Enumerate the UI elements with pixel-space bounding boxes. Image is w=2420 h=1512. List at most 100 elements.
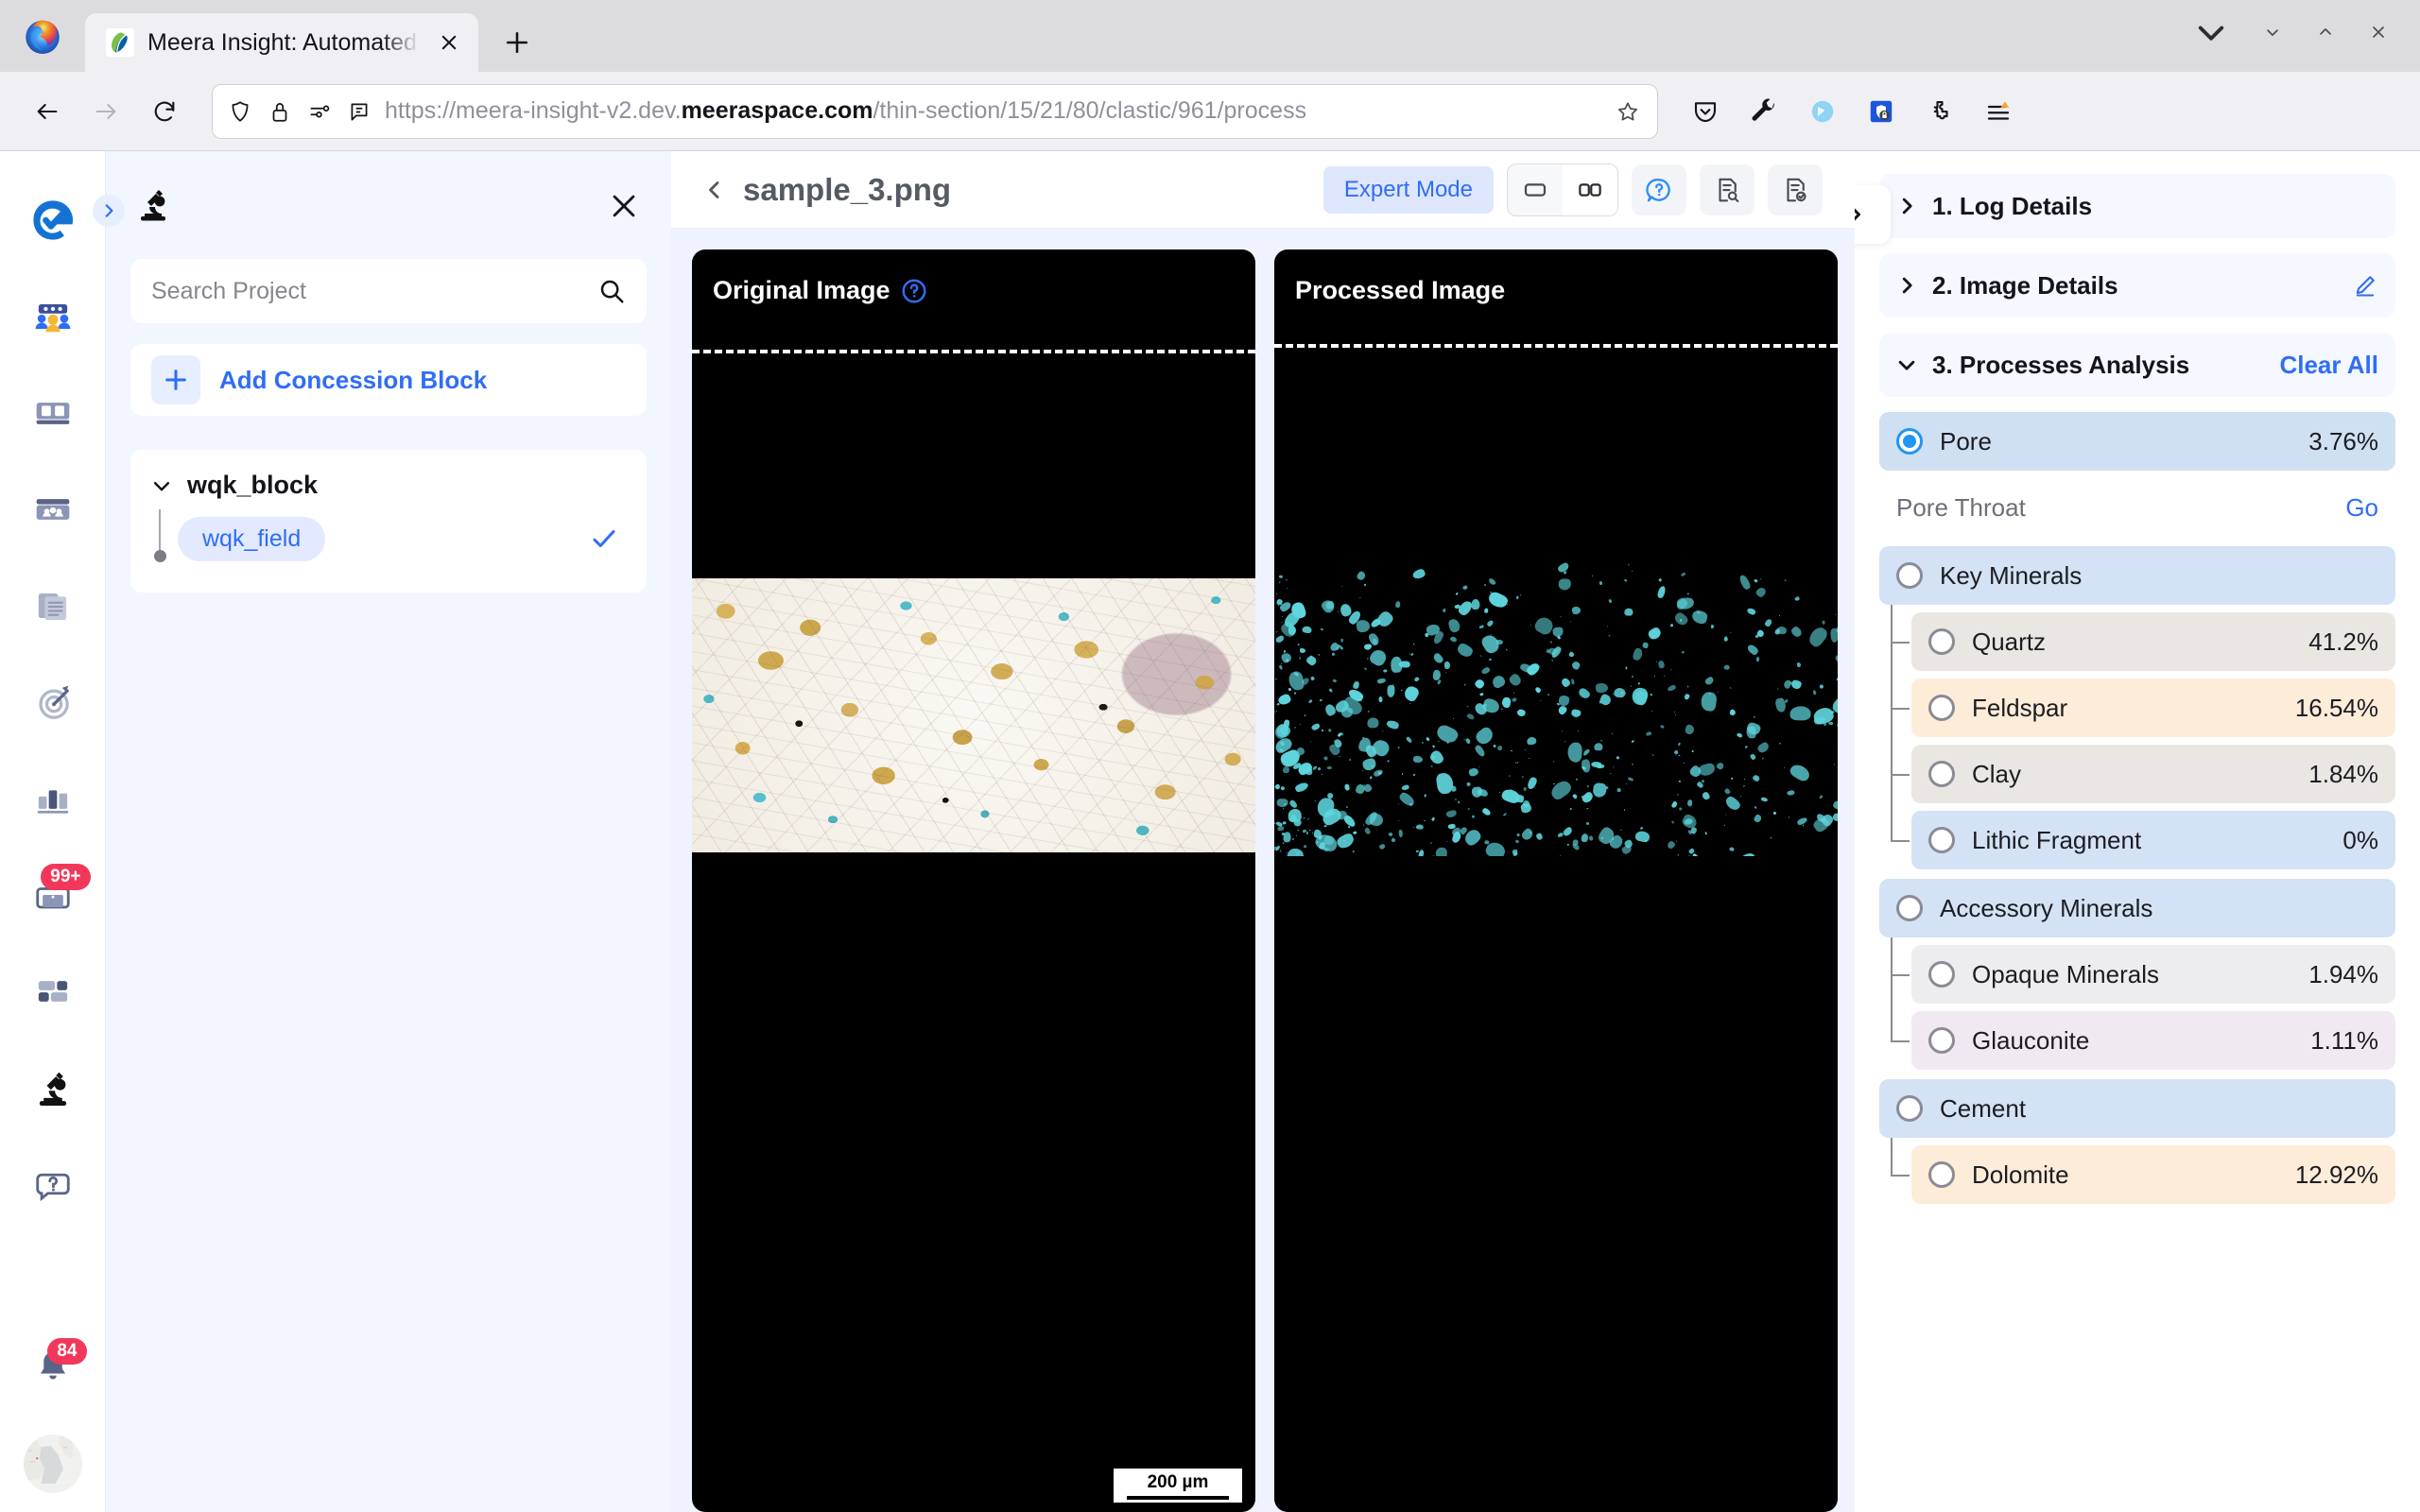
radio-icon[interactable] [1928, 1161, 1955, 1188]
original-image-panel[interactable]: Original Image 200 µm [692, 249, 1255, 1512]
shield-icon[interactable] [226, 97, 254, 126]
sidebar-item-target-icon[interactable] [0, 654, 106, 750]
option-row-quartz[interactable]: Quartz 41.2% [1911, 612, 2395, 671]
radio-icon[interactable] [1896, 562, 1923, 589]
tree-field-row[interactable]: wqk_field [178, 509, 626, 568]
chevron-down-icon[interactable] [151, 475, 172, 496]
minimize-icon[interactable] [2246, 9, 2299, 55]
browser-window: Meera Insight: Automated https://meera-i… [0, 0, 2420, 1512]
radio-icon[interactable] [1928, 628, 1955, 655]
wrench-icon[interactable] [1737, 85, 1790, 138]
maximize-icon[interactable] [2299, 9, 2352, 55]
tree-field-label[interactable]: wqk_field [178, 516, 326, 561]
sidebar-item-microscope-icon[interactable] [0, 1040, 106, 1136]
sidebar-item-help-question-icon[interactable] [0, 1136, 106, 1232]
help-circle-icon[interactable] [1632, 163, 1686, 215]
sidebar-item-apps-grid-icon[interactable] [0, 943, 106, 1040]
search-project-box[interactable] [130, 259, 647, 323]
section-processes-analysis[interactable]: 3. Processes Analysis Clear All [1879, 333, 2395, 397]
tab-close-icon[interactable] [433, 26, 465, 59]
pore-blob [1483, 584, 1486, 587]
back-chevron-left-icon[interactable] [703, 179, 726, 201]
option-row-lithic-fragment[interactable]: Lithic Fragment 0% [1911, 811, 2395, 869]
sidebar-item-documents-icon[interactable] [0, 558, 106, 654]
pore-throat-go-button[interactable]: Go [2345, 493, 2378, 523]
group-children-key-minerals: Quartz 41.2% Feldspar 16.54% Clay 1.84% [1879, 605, 2395, 869]
back-arrow-icon[interactable] [21, 85, 74, 138]
sidebar-item-meera-logo-icon[interactable] [0, 172, 106, 268]
new-tab-button[interactable] [488, 13, 546, 72]
rail-expand-chevron-right-icon[interactable] [93, 195, 125, 227]
clear-all-button[interactable]: Clear All [2279, 351, 2378, 380]
chevron-down-icon[interactable] [1896, 354, 1917, 375]
option-row-glauconite[interactable]: Glauconite 1.11% [1911, 1011, 2395, 1070]
chevron-right-icon[interactable] [1896, 196, 1917, 216]
tree-block-name: wqk_block [187, 471, 319, 499]
processed-image-panel[interactable]: Processed Image [1274, 249, 1838, 1512]
sync-circle-icon[interactable] [1796, 85, 1849, 138]
reload-icon[interactable] [138, 85, 191, 138]
tab-list-chevron-down-icon[interactable] [2176, 9, 2246, 55]
bookmark-star-icon[interactable] [1612, 95, 1644, 128]
option-row-pore[interactable]: Pore 3.76% [1879, 412, 2395, 471]
search-icon[interactable] [597, 277, 626, 305]
group-header-key-minerals[interactable]: Key Minerals [1879, 546, 2395, 605]
shield-lock-icon[interactable] [1855, 85, 1908, 138]
browser-tab[interactable]: Meera Insight: Automated [85, 13, 478, 72]
sidebar-item-dashboard-icon[interactable] [0, 365, 106, 461]
sidebar-item-briefcase-icon[interactable]: 99+ [0, 847, 106, 943]
radio-icon[interactable] [1928, 827, 1955, 853]
sidebar-item-bar-chart-icon[interactable] [0, 750, 106, 847]
pore-blob [1778, 743, 1781, 745]
pore-throat-row[interactable]: Pore Throat Go [1879, 478, 2395, 537]
sidebar-item-group-panel-icon[interactable] [0, 461, 106, 558]
option-label: Feldspar [1972, 693, 2068, 722]
sidebar-item-team-icon[interactable] [0, 268, 106, 365]
url-bar[interactable]: https://meera-insight-v2.dev.meeraspace.… [212, 83, 1658, 139]
permissions-icon[interactable] [305, 97, 334, 126]
radio-icon[interactable] [1928, 761, 1955, 787]
section-image-details[interactable]: 2. Image Details [1879, 253, 2395, 318]
report-approve-icon[interactable] [1768, 163, 1823, 215]
chevron-right-icon[interactable] [1896, 275, 1917, 296]
option-row-clay[interactable]: Clay 1.84% [1911, 745, 2395, 803]
option-row-dolomite[interactable]: Dolomite 12.92% [1911, 1145, 2395, 1204]
reader-chat-icon[interactable] [345, 97, 373, 126]
project-panel-close-icon[interactable] [601, 183, 647, 229]
pore-blob [1299, 648, 1306, 654]
close-window-icon[interactable] [2352, 9, 2405, 55]
radio-icon[interactable] [1896, 428, 1923, 455]
section-log-details[interactable]: 1. Log Details [1879, 174, 2395, 238]
group-header-cement[interactable]: Cement [1879, 1079, 2395, 1138]
app-menu-icon[interactable] [1972, 85, 2025, 138]
pore-blob [1539, 699, 1541, 702]
tree-block-row[interactable]: wqk_block [151, 471, 626, 500]
single-pane-icon[interactable] [1508, 164, 1563, 215]
pore-blob [1786, 790, 1795, 797]
option-row-opaque-minerals[interactable]: Opaque Minerals 1.94% [1911, 945, 2395, 1004]
report-search-icon[interactable] [1700, 163, 1754, 215]
split-pane-icon[interactable] [1563, 163, 1617, 215]
pore-blob [1650, 694, 1653, 696]
panel-collapse-chevron-right-icon[interactable] [1855, 185, 1891, 244]
radio-icon[interactable] [1928, 695, 1955, 721]
group-header-accessory-minerals[interactable]: Accessory Minerals [1879, 879, 2395, 937]
radio-icon[interactable] [1896, 895, 1923, 921]
radio-icon[interactable] [1896, 1095, 1923, 1122]
expert-mode-button[interactable]: Expert Mode [1322, 165, 1494, 214]
pore-blob [1657, 660, 1666, 669]
pocket-icon[interactable] [1679, 85, 1732, 138]
radio-icon[interactable] [1928, 961, 1955, 988]
pore-blob [1479, 692, 1485, 696]
avatar[interactable] [0, 1416, 106, 1512]
pore-blob [1303, 816, 1305, 819]
extensions-puzzle-icon[interactable] [1913, 85, 1966, 138]
add-concession-block-button[interactable]: Add Concession Block [130, 344, 647, 416]
sidebar-item-notifications-bell-icon[interactable]: 84 [0, 1319, 106, 1416]
radio-icon[interactable] [1928, 1027, 1955, 1054]
question-circle-icon[interactable] [900, 277, 928, 305]
search-input[interactable] [151, 277, 588, 305]
edit-pencil-icon[interactable] [2352, 272, 2378, 299]
lock-icon[interactable] [266, 97, 294, 126]
option-row-feldspar[interactable]: Feldspar 16.54% [1911, 679, 2395, 737]
